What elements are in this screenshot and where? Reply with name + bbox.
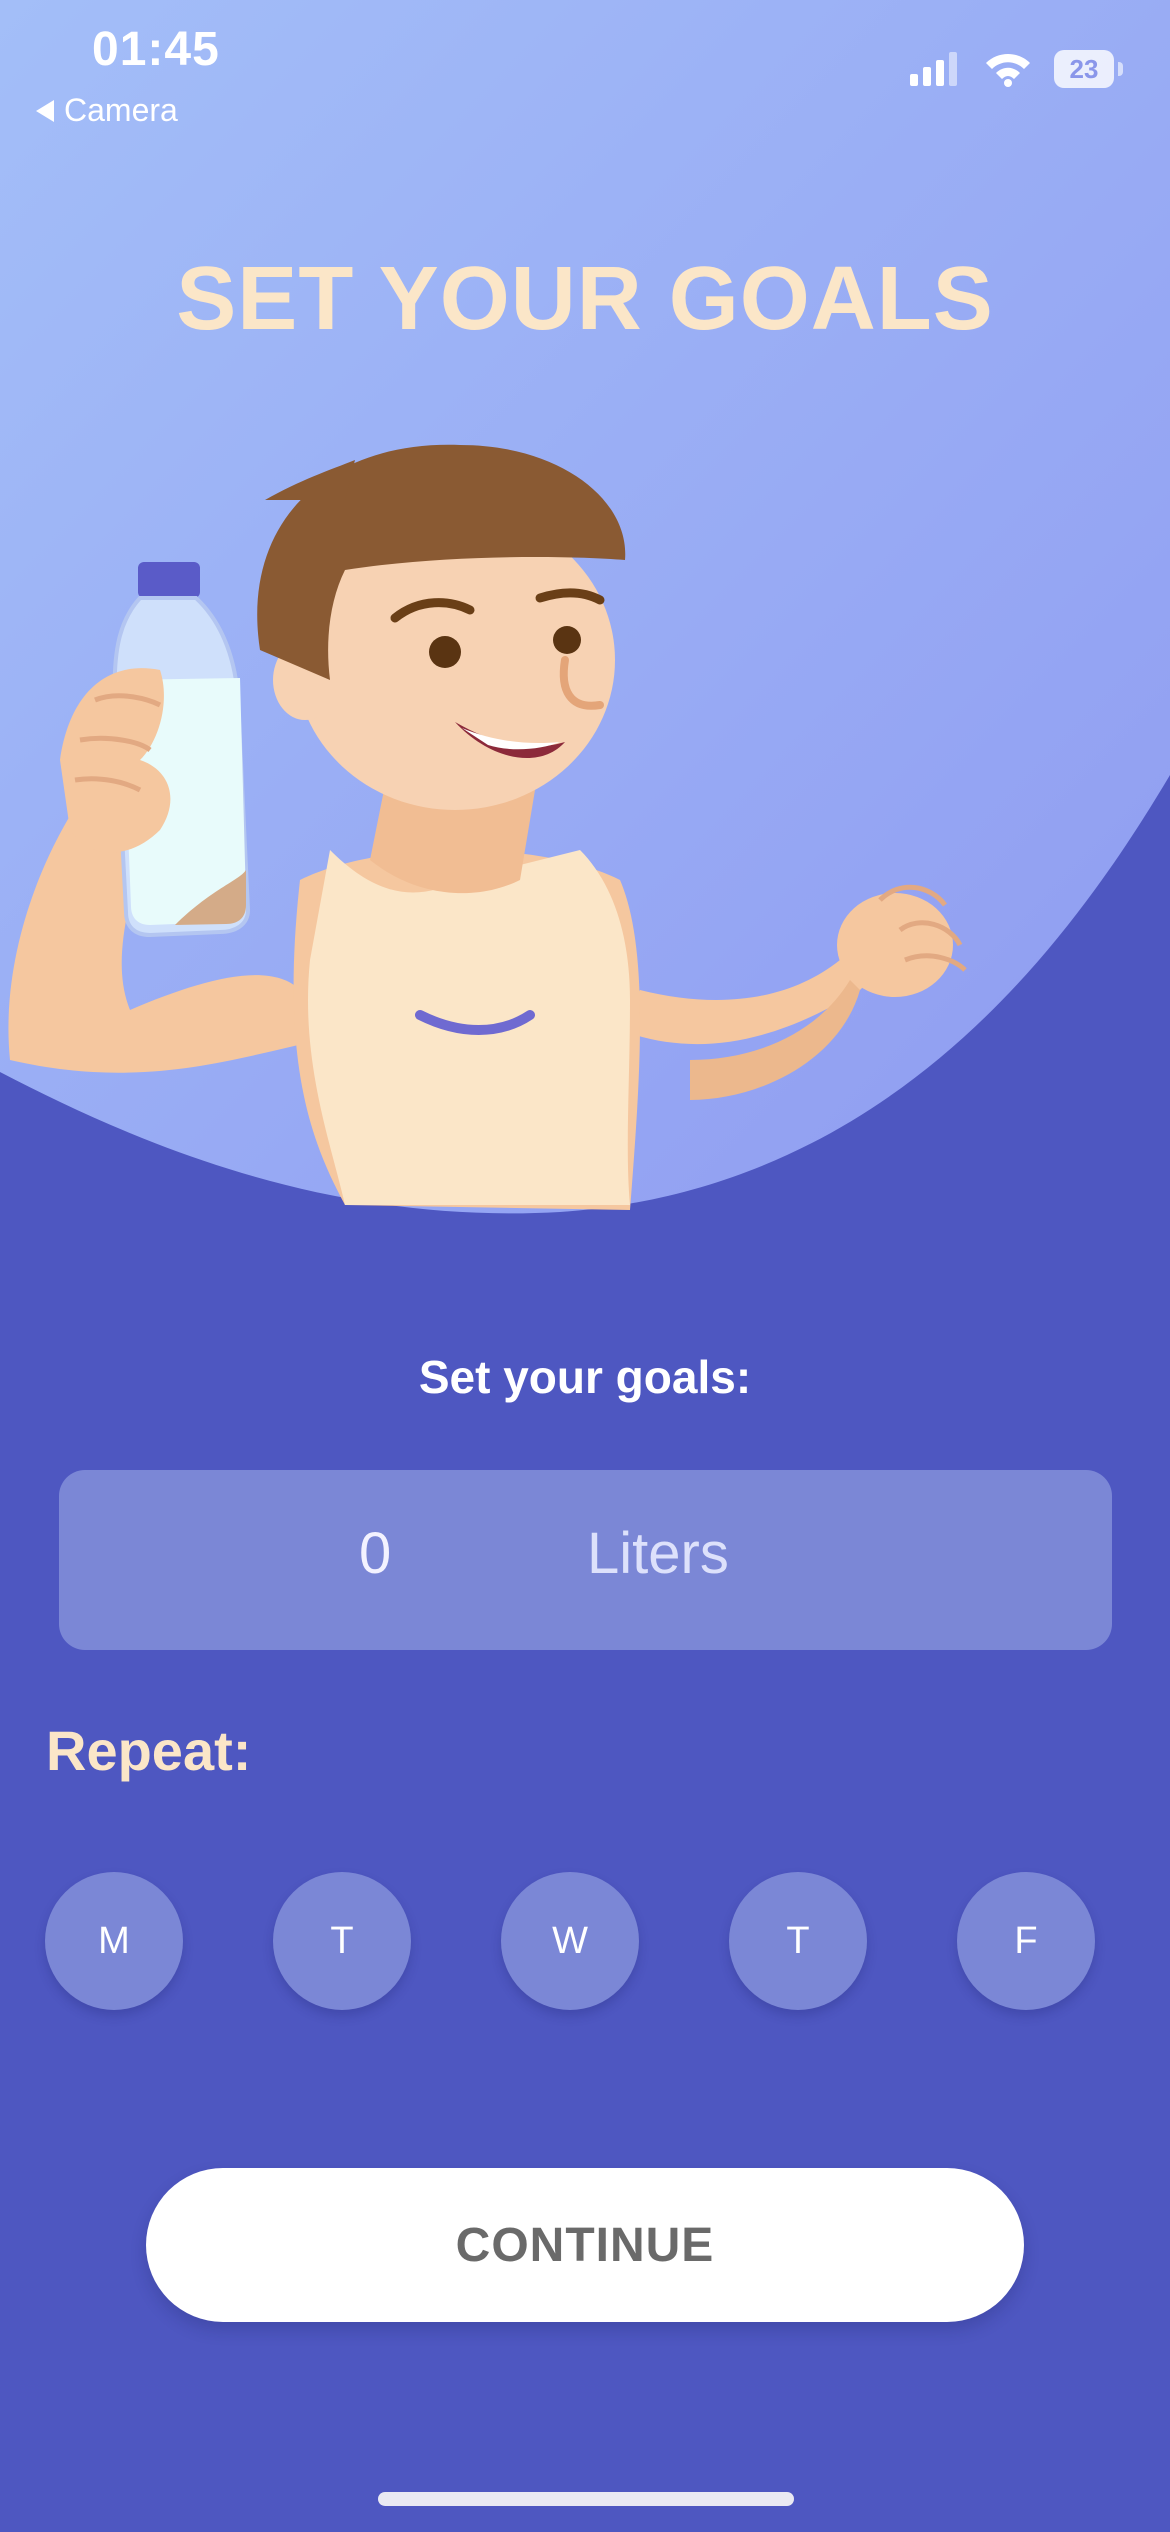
day-toggle-monday[interactable]: M [45, 1872, 183, 2010]
wifi-icon [986, 54, 1030, 87]
battery-level: 23 [1069, 53, 1099, 84]
day-toggle-thursday[interactable]: T [729, 1872, 867, 2010]
cellular-signal-icon [910, 52, 957, 86]
status-icons: 23 [910, 50, 1123, 88]
man-with-water-bottle-illustration [8, 444, 967, 1210]
back-to-camera-button[interactable]: Camera [36, 92, 178, 129]
continue-button[interactable]: CONTINUE [146, 2168, 1024, 2322]
back-arrow-icon [36, 99, 54, 122]
day-toggle-friday[interactable]: F [957, 1872, 1095, 2010]
goal-value[interactable]: 0 [359, 1520, 391, 1587]
goal-unit: Liters [587, 1521, 729, 1586]
status-time: 01:45 [92, 23, 220, 76]
day-toggle-tuesday[interactable]: T [273, 1872, 411, 2010]
page-title: SET YOUR GOALS [176, 249, 994, 349]
battery-icon: 23 [1054, 50, 1123, 88]
back-label: Camera [64, 92, 178, 128]
home-indicator[interactable] [378, 2492, 794, 2506]
goals-label: Set your goals: [418, 1351, 752, 1403]
goal-input-field[interactable]: 0 Liters [59, 1470, 1112, 1650]
day-toggle-wednesday[interactable]: W [501, 1872, 639, 2010]
repeat-label: Repeat: [46, 1719, 252, 1782]
